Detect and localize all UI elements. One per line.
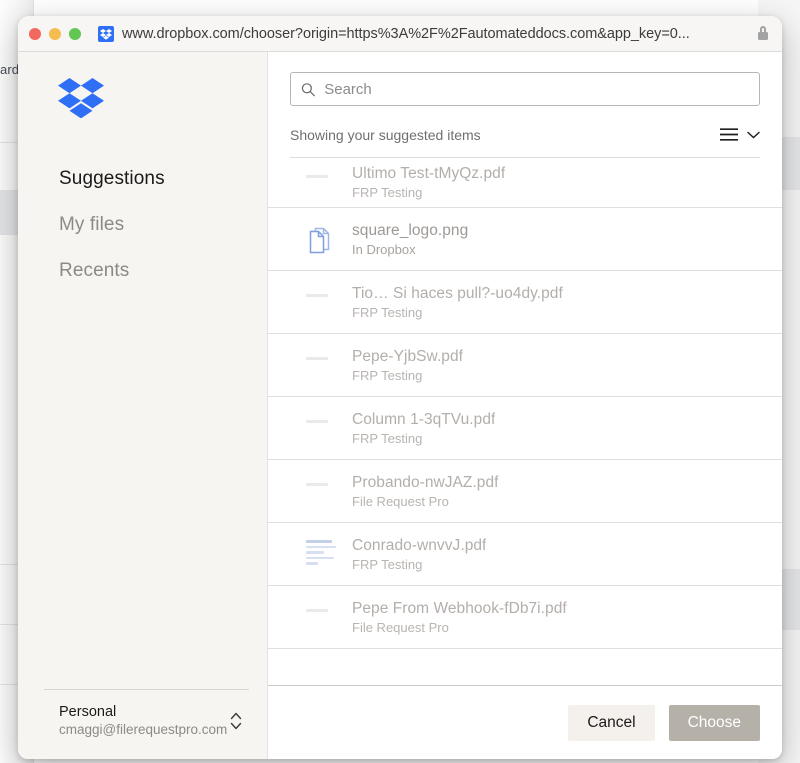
close-window-button[interactable] (29, 27, 41, 40)
file-name: Ultimo Test-tMyQz.pdf (352, 165, 506, 182)
list-item[interactable]: square_logo.png In Dropbox (268, 208, 782, 271)
cancel-button[interactable]: Cancel (568, 704, 655, 741)
list-item[interactable]: Pepe From Webhook-fDb7i.pdf File Request… (268, 586, 782, 649)
list-item[interactable]: Pepe-YjbSw.pdf FRP Testing (268, 334, 782, 397)
list-item[interactable]: Probando-nwJAZ.pdf File Request Pro (268, 460, 782, 523)
file-name: square_logo.png (352, 221, 469, 239)
browser-window: www.dropbox.com/chooser?origin=https%3A%… (18, 16, 782, 759)
file-name: Pepe From Webhook-fDb7i.pdf (352, 599, 567, 617)
list-item[interactable]: Tio… Si haces pull?-uo4dy.pdf FRP Testin… (268, 271, 782, 334)
dropbox-chooser: Suggestions My files Recents Personal cm… (18, 52, 782, 759)
file-list[interactable]: Ultimo Test-tMyQz.pdf FRP Testing square… (268, 158, 782, 685)
search-box[interactable] (290, 72, 760, 106)
file-location: FRP Testing (352, 556, 423, 572)
faint-thumbnail-icon (306, 166, 348, 200)
faint-thumbnail-icon (306, 348, 348, 382)
faint-thumbnail-icon (306, 285, 348, 319)
list-header-bar: Showing your suggested items (290, 112, 760, 158)
sidebar-item-label: Suggestions (59, 168, 165, 189)
list-item-meta: Conrado-wnvvJ.pdf FRP Testing (352, 537, 486, 572)
chooser-nav: Suggestions My files Recents (18, 156, 267, 294)
search-icon (301, 82, 315, 96)
list-item-meta: Pepe-YjbSw.pdf FRP Testing (352, 348, 463, 383)
choose-button[interactable]: Choose (668, 704, 760, 741)
maximize-window-button[interactable] (69, 27, 81, 40)
file-location: FRP Testing (352, 367, 423, 383)
chevron-down-icon (747, 131, 760, 139)
file-name: Conrado-wnvvJ.pdf (352, 536, 487, 554)
list-view-icon (720, 128, 738, 141)
account-switcher[interactable]: Personal cmaggi@filerequestpro.com (44, 689, 249, 759)
chooser-main-pane: Showing your suggested items (268, 52, 782, 759)
documents-icon (306, 222, 348, 256)
view-options-toggle[interactable] (720, 128, 760, 141)
file-name: Tio… Si haces pull?-uo4dy.pdf (352, 284, 563, 302)
search-area (268, 52, 782, 106)
account-info: Personal cmaggi@filerequestpro.com (59, 704, 227, 737)
list-item-meta: Tio… Si haces pull?-uo4dy.pdf FRP Testin… (352, 285, 563, 320)
sidebar-item-label: My files (59, 214, 125, 235)
background-partial-label: ard (0, 62, 20, 77)
chooser-sidebar: Suggestions My files Recents Personal cm… (18, 52, 268, 759)
search-input[interactable] (324, 80, 749, 98)
list-item[interactable]: Ultimo Test-tMyQz.pdf FRP Testing (268, 158, 782, 208)
chevron-up-down-icon (230, 712, 242, 729)
browser-title-bar: www.dropbox.com/chooser?origin=https%3A%… (18, 16, 782, 52)
account-name: Personal (59, 704, 117, 720)
list-item[interactable]: Column 1-3qTVu.pdf FRP Testing (268, 397, 782, 460)
file-name: Probando-nwJAZ.pdf (352, 473, 499, 491)
sidebar-item-suggestions[interactable]: Suggestions (18, 156, 267, 202)
dropbox-favicon-icon (98, 25, 114, 42)
showing-status-text: Showing your suggested items (290, 126, 481, 143)
file-name: Column 1-3qTVu.pdf (352, 410, 496, 428)
list-item[interactable]: Conrado-wnvvJ.pdf FRP Testing (268, 523, 782, 586)
list-item-meta: square_logo.png In Dropbox (352, 222, 468, 257)
minimize-window-button[interactable] (49, 27, 61, 40)
sidebar-item-label: Recents (59, 260, 130, 281)
sidebar-item-recents[interactable]: Recents (18, 248, 267, 294)
file-location: File Request Pro (352, 493, 449, 509)
faint-thumbnail-icon (306, 474, 348, 508)
account-email: cmaggi@filerequestpro.com (59, 722, 228, 737)
sidebar-item-my-files[interactable]: My files (18, 202, 267, 248)
list-item-meta: Probando-nwJAZ.pdf File Request Pro (352, 474, 499, 509)
list-item-meta: Pepe From Webhook-fDb7i.pdf File Request… (352, 600, 567, 635)
list-item-meta: Column 1-3qTVu.pdf FRP Testing (352, 411, 495, 446)
file-location: File Request Pro (352, 619, 449, 635)
list-item-meta: Ultimo Test-tMyQz.pdf FRP Testing (352, 165, 505, 200)
document-lines-icon (306, 537, 348, 571)
file-location: FRP Testing (352, 185, 423, 200)
dropbox-logo-icon (58, 78, 104, 119)
chooser-footer: Cancel Choose (268, 685, 782, 759)
lock-icon (758, 26, 768, 40)
window-controls[interactable] (29, 27, 81, 40)
file-location: FRP Testing (352, 304, 423, 320)
faint-thumbnail-icon (306, 600, 348, 634)
address-bar-url[interactable]: www.dropbox.com/chooser?origin=https%3A%… (122, 26, 690, 42)
file-location: In Dropbox (352, 241, 416, 257)
file-location: FRP Testing (352, 430, 423, 446)
file-name: Pepe-YjbSw.pdf (352, 347, 463, 365)
faint-thumbnail-icon (306, 411, 348, 445)
